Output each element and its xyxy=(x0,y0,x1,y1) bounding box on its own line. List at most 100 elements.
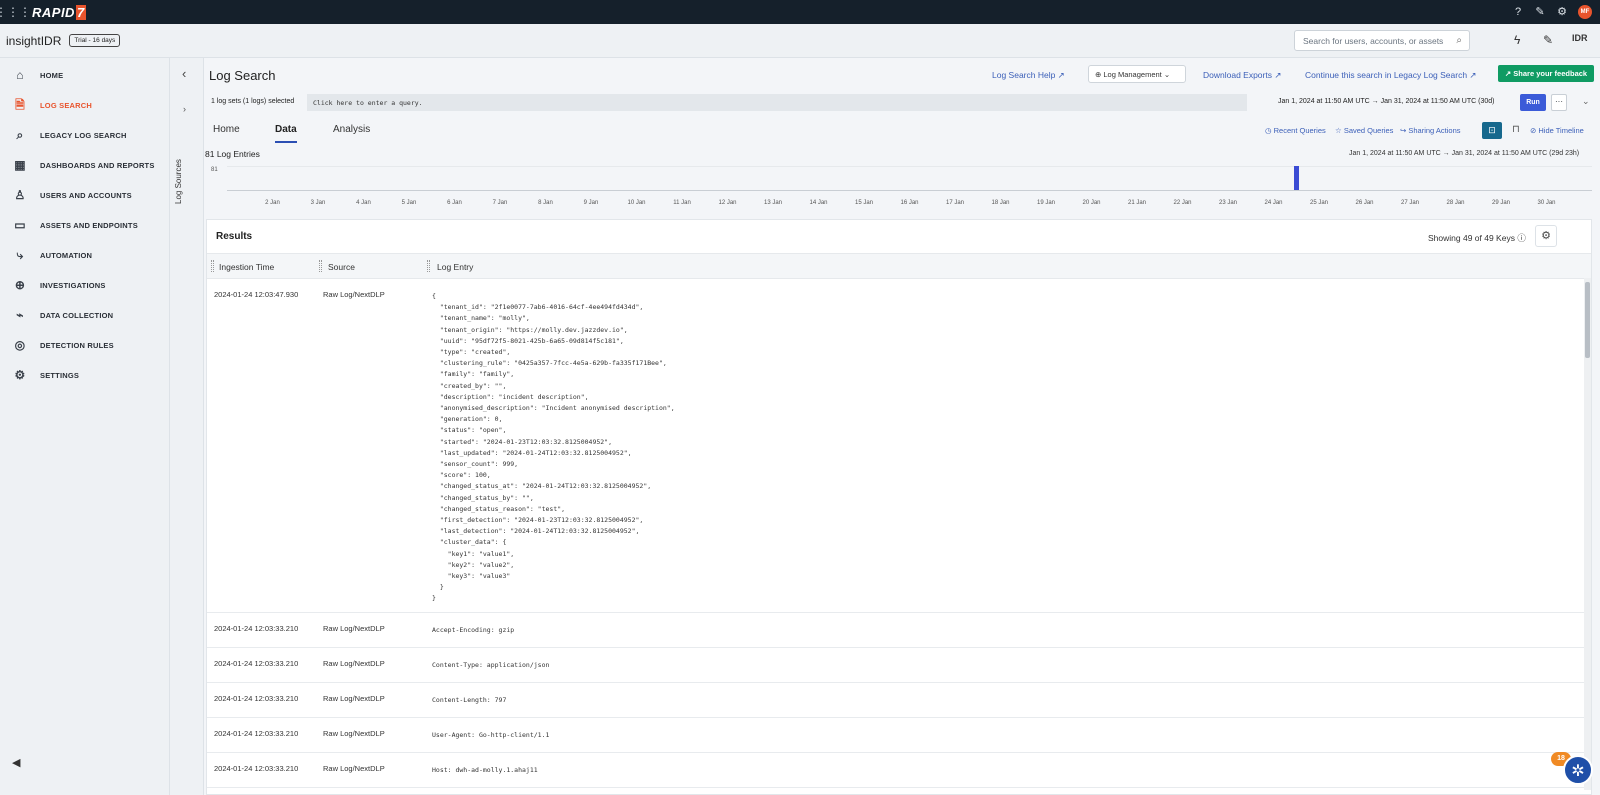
automation-icon: ⤷ xyxy=(16,248,24,262)
timeline-chart[interactable]: 81 2 Jan 3 Jan 4 Jan 5 Jan 6 Jan 7 Jan 8 Jan 9 … xyxy=(205,162,1600,210)
column-grip-icon[interactable] xyxy=(427,260,430,272)
sidebar-item-dashboards-and-reports[interactable]: ▦ DASHBOARDS AND REPORTS xyxy=(0,150,169,180)
sidebar-item-log-search[interactable]: 🗎 LOG SEARCH xyxy=(0,90,169,120)
timeline-tick-label: 11 Jan xyxy=(673,200,691,206)
sharing-actions-label: Sharing Actions xyxy=(1408,126,1461,135)
tab-bar: Home Data Analysis ◷ Recent Queries ☆ Sa… xyxy=(205,122,1600,144)
time-range-picker[interactable]: Jan 1, 2024 at 11:50 AM UTC → Jan 31, 20… xyxy=(1278,98,1494,105)
log-search-help-link[interactable]: Log Search Help ↗ xyxy=(992,70,1065,81)
table-row[interactable]: 2024-01-24 12:03:33.210 Raw Log/NextDLP Ho… xyxy=(207,753,1591,788)
lock-icon[interactable]: ⊓ xyxy=(1512,124,1520,135)
timeline-tick-label: 20 Jan xyxy=(1082,200,1101,206)
results-settings-button[interactable]: ⚙ xyxy=(1535,225,1557,247)
log-sets-selected[interactable]: 1 log sets (1 logs) selected xyxy=(211,98,294,105)
saved-queries-link[interactable]: ☆ Saved Queries xyxy=(1335,126,1393,135)
scrollbar-thumb[interactable] xyxy=(1585,282,1590,358)
log-sources-toggle[interactable]: Log Sources xyxy=(174,144,183,204)
chevron-right-icon[interactable]: › xyxy=(183,104,186,114)
saved-queries-label: Saved Queries xyxy=(1343,126,1394,135)
timeline-tick-label: 25 Jan xyxy=(1309,200,1329,206)
chevron-down-icon[interactable]: ⌄ xyxy=(1582,96,1590,107)
sidebar: ⌂ HOME 🗎 LOG SEARCH ⌕ LEGACY LOG SEARCH ▦ DASHB… xyxy=(0,58,170,795)
timeline-tick-label: 13 Jan xyxy=(763,200,783,206)
help-assistant-button[interactable]: ✲ xyxy=(1563,755,1593,785)
legacy-log-search-link[interactable]: Continue this search in Legacy Log Searc… xyxy=(1305,70,1477,81)
more-options-button[interactable]: ··· xyxy=(1551,94,1567,111)
global-search-input[interactable]: Search for users, accounts, or assets ⌕ xyxy=(1294,30,1470,51)
sidebar-item-data-collection[interactable]: ⌁ DATA COLLECTION xyxy=(0,300,169,330)
column-grip-icon[interactable] xyxy=(319,260,322,272)
download-exports-link[interactable]: Download Exports ↗ xyxy=(1203,70,1281,81)
share-feedback-label: Share your feedback xyxy=(1513,69,1588,78)
unlock-button[interactable]: ⊡ xyxy=(1482,122,1502,139)
page-header: Log Search Log Search Help ↗ ⊕ Log Manag… xyxy=(205,58,1600,92)
app-switcher-icon[interactable]: ⋮⋮⋮ xyxy=(0,0,31,24)
sidebar-item-settings[interactable]: ⚙ SETTINGS xyxy=(0,360,169,390)
rapid7-logo: RAPID 7 xyxy=(32,4,86,20)
timeline-tick-label: 7 Jan xyxy=(492,200,508,206)
timeline-bar[interactable] xyxy=(1294,166,1300,190)
tab-home[interactable]: Home xyxy=(213,124,240,141)
recent-queries-link[interactable]: ◷ Recent Queries xyxy=(1265,126,1326,135)
back-arrow-icon[interactable]: ‹ xyxy=(182,66,186,81)
hide-timeline-link[interactable]: ⊘ Hide Timeline xyxy=(1530,126,1584,135)
row-log-entry: User-Agent: Go-http-client/1.1 xyxy=(432,731,550,739)
sidebar-item-investigations[interactable]: ⊕ INVESTIGATIONS xyxy=(0,270,169,300)
timeline-tick-label: 16 Jan xyxy=(900,200,919,206)
sidebar-item-assets-and-endpoints[interactable]: ▭ ASSETS AND ENDPOINTS xyxy=(0,210,169,240)
timeline-tick-label: 26 Jan xyxy=(1355,200,1374,206)
gear-icon: ⚙ xyxy=(1541,230,1551,242)
log-entries-count: 81 Log Entries xyxy=(205,149,260,159)
collapse-sidebar-icon[interactable]: ◀ xyxy=(12,756,20,769)
gear-icon[interactable]: ⚙ xyxy=(1556,6,1568,18)
tools-icon[interactable]: ✎ xyxy=(1534,6,1546,18)
sidebar-item-label: ASSETS AND ENDPOINTS xyxy=(40,220,138,230)
table-row[interactable]: 2024-01-24 12:03:33.210 Raw Log/NextDLP Ac… xyxy=(207,613,1591,648)
timeline-tick-label: 27 Jan xyxy=(1400,200,1420,206)
run-button[interactable]: Run xyxy=(1520,94,1546,111)
share-feedback-button[interactable]: ↗ Share your feedback xyxy=(1498,65,1594,82)
lightning-icon[interactable]: ϟ xyxy=(1514,33,1520,47)
sidebar-item-label: DETECTION RULES xyxy=(40,340,114,350)
row-log-entry: Accept-Encoding: gzip xyxy=(432,626,515,634)
log-management-dropdown[interactable]: ⊕ Log Management ⌄ xyxy=(1088,65,1186,83)
sidebar-item-detection-rules[interactable]: ◎ DETECTION RULES xyxy=(0,330,169,360)
column-ingestion-time[interactable]: Ingestion Time xyxy=(219,262,274,272)
timeline-tick-label: 21 Jan xyxy=(1127,200,1147,206)
sidebar-item-label: INVESTIGATIONS xyxy=(40,280,106,290)
tab-analysis[interactable]: Analysis xyxy=(333,124,370,141)
sidebar-item-label: DASHBOARDS AND REPORTS xyxy=(40,160,155,170)
sidebar-item-automation[interactable]: ⤷ AUTOMATION xyxy=(0,240,169,270)
sharing-actions-link[interactable]: ↪ Sharing Actions xyxy=(1400,126,1461,135)
product-name: insightIDR xyxy=(6,33,62,48)
table-row[interactable]: 2024-01-24 12:03:33.210 Raw Log/NextDLP Us… xyxy=(207,718,1591,753)
sidebar-item-users-and-accounts[interactable]: ♙ USERS AND ACCOUNTS xyxy=(0,180,169,210)
results-scrollbar[interactable] xyxy=(1584,278,1591,790)
timeline-tick-label: 24 Jan xyxy=(1264,200,1283,206)
timeline-tick-label: 8 Jan xyxy=(538,200,553,206)
help-icon[interactable]: ? xyxy=(1512,6,1524,18)
sidebar-item-legacy-log-search[interactable]: ⌕ LEGACY LOG SEARCH xyxy=(0,120,169,150)
global-search-placeholder: Search for users, accounts, or assets xyxy=(1303,36,1444,46)
table-row[interactable]: 2024-01-24 12:03:33.210 Raw Log/NextDLP Co… xyxy=(207,648,1591,683)
settings-icon: ⚙ xyxy=(14,368,26,382)
user-icon: ♙ xyxy=(14,188,26,202)
row-ingestion-time: 2024-01-24 12:03:33.210 xyxy=(214,624,299,633)
avatar[interactable]: MF xyxy=(1578,5,1592,19)
column-grip-icon[interactable] xyxy=(211,260,214,272)
clock-icon: ◷ xyxy=(1265,126,1274,135)
row-ingestion-time: 2024-01-24 12:03:33.210 xyxy=(214,694,299,703)
query-input[interactable]: Click here to enter a query. xyxy=(307,94,1247,111)
wrench-icon[interactable]: ✎ xyxy=(1543,33,1553,47)
table-row[interactable]: 2024-01-24 12:03:47.930 Raw Log/NextDLP { … xyxy=(207,279,1591,613)
tab-data[interactable]: Data xyxy=(275,124,297,143)
column-source[interactable]: Source xyxy=(328,262,355,272)
column-log-entry[interactable]: Log Entry xyxy=(437,262,473,272)
row-source: Raw Log/NextDLP xyxy=(323,694,385,703)
idr-icon[interactable]: IDR xyxy=(1572,33,1588,43)
sidebar-item-label: SETTINGS xyxy=(40,370,80,380)
table-row[interactable]: 2024-01-24 12:03:33.210 Raw Log/NextDLP Co… xyxy=(207,683,1591,718)
row-source: Raw Log/NextDLP xyxy=(323,290,385,299)
sidebar-item-home[interactable]: ⌂ HOME xyxy=(0,60,169,90)
unlock-icon: ⊡ xyxy=(1488,125,1496,135)
